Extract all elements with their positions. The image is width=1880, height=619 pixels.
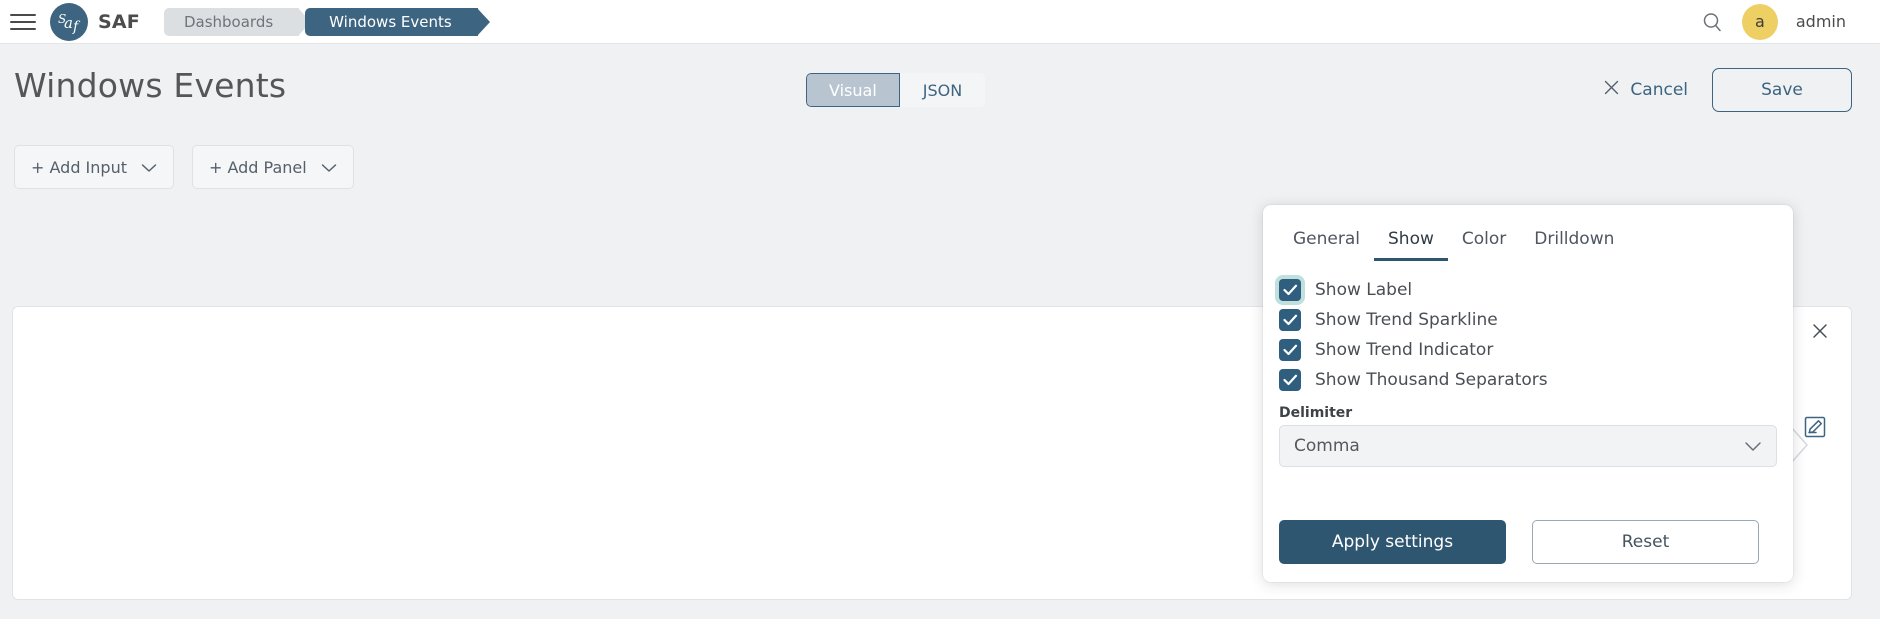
cancel-button[interactable]: Cancel [1599, 73, 1692, 107]
checkbox-row-show-trend-indicator[interactable]: Show Trend Indicator [1279, 335, 1793, 365]
delimiter-field-label: Delimiter [1279, 405, 1353, 421]
chevron-down-icon [141, 158, 157, 177]
apply-settings-button[interactable]: Apply settings [1279, 520, 1506, 564]
tab-drilldown[interactable]: Drilldown [1520, 223, 1628, 261]
add-input-label: + Add Input [31, 157, 127, 177]
tab-show[interactable]: Show [1374, 223, 1448, 261]
settings-action-buttons: Apply settings Reset [1279, 520, 1759, 564]
edit-pencil-square-icon[interactable] [1803, 415, 1827, 443]
brand-logo[interactable]: S a f SAF [50, 2, 140, 41]
checkbox-row-show-thousand-separators[interactable]: Show Thousand Separators [1279, 365, 1793, 395]
tab-show-label: Show [1388, 229, 1434, 249]
editor-toolbar: + Add Input + Add Panel [14, 145, 354, 189]
chevron-down-icon [321, 158, 337, 177]
checkbox-row-show-label[interactable]: Show Label [1279, 275, 1793, 305]
delimiter-selected-value: Comma [1294, 436, 1360, 456]
checkbox-checked-icon[interactable] [1279, 339, 1301, 361]
svg-text:a: a [64, 14, 73, 32]
breadcrumb-label: Windows Events [329, 12, 452, 31]
breadcrumb-item-dashboards[interactable]: Dashboards [163, 7, 312, 36]
panel-settings-popup: General Show Color Drilldown Show Label [1263, 205, 1793, 582]
tab-color[interactable]: Color [1448, 223, 1520, 261]
settings-tab-bar: General Show Color Drilldown [1263, 205, 1793, 261]
checkbox-label: Show Label [1315, 280, 1413, 300]
app-root: S a f SAF Dashboards Windows Events a ad… [0, 0, 1880, 619]
add-input-button[interactable]: + Add Input [14, 145, 174, 189]
chevron-down-icon [1744, 437, 1762, 456]
breadcrumb-item-windows-events[interactable]: Windows Events [305, 7, 490, 36]
checkbox-checked-icon[interactable] [1279, 309, 1301, 331]
checkbox-checked-icon[interactable] [1279, 279, 1301, 301]
view-mode-toggle: Visual JSON [806, 73, 986, 107]
hamburger-line [10, 13, 36, 16]
add-panel-label: + Add Panel [208, 157, 307, 177]
brand-name: SAF [98, 10, 140, 33]
checkbox-label: Show Thousand Separators [1315, 370, 1548, 390]
breadcrumb: Dashboards Windows Events [163, 7, 490, 36]
topbar-right-cluster: a admin [1700, 3, 1880, 40]
tab-general-label: General [1293, 229, 1360, 249]
save-button[interactable]: Save [1712, 68, 1852, 112]
tab-visual[interactable]: Visual [806, 73, 900, 107]
username-label: admin [1795, 12, 1846, 31]
tab-json-label: JSON [922, 80, 963, 100]
saf-logo-icon: S a f [50, 2, 88, 41]
show-options-list: Show Label Show Trend Sparkline Show Tre… [1263, 261, 1793, 395]
checkbox-label: Show Trend Sparkline [1315, 310, 1498, 330]
svg-text:f: f [72, 19, 81, 35]
checkbox-row-show-trend-sparkline[interactable]: Show Trend Sparkline [1279, 305, 1793, 335]
search-icon[interactable] [1700, 10, 1724, 34]
hamburger-line [10, 20, 36, 23]
breadcrumb-label: Dashboards [183, 12, 274, 31]
delimiter-select[interactable]: Comma [1279, 425, 1777, 467]
tab-json[interactable]: JSON [899, 73, 986, 107]
reset-button[interactable]: Reset [1532, 520, 1759, 564]
tab-visual-label: Visual [829, 80, 877, 100]
panel-close-icon[interactable] [1811, 322, 1829, 340]
hamburger-line [10, 27, 36, 30]
tab-general[interactable]: General [1279, 223, 1374, 261]
avatar-initial: a [1754, 12, 1765, 31]
checkbox-label: Show Trend Indicator [1315, 340, 1494, 360]
checkbox-checked-icon[interactable] [1279, 369, 1301, 391]
close-x-icon [1603, 79, 1620, 101]
hamburger-menu-icon[interactable] [10, 12, 36, 32]
page-title: Windows Events [14, 65, 287, 105]
cancel-button-label: Cancel [1630, 80, 1688, 100]
tab-drilldown-label: Drilldown [1534, 229, 1615, 249]
avatar[interactable]: a [1741, 3, 1778, 40]
add-panel-button[interactable]: + Add Panel [191, 145, 354, 189]
header-action-buttons: Cancel Save [1599, 68, 1852, 112]
top-navigation-bar: S a f SAF Dashboards Windows Events a ad… [0, 0, 1880, 44]
tab-color-label: Color [1461, 229, 1507, 249]
